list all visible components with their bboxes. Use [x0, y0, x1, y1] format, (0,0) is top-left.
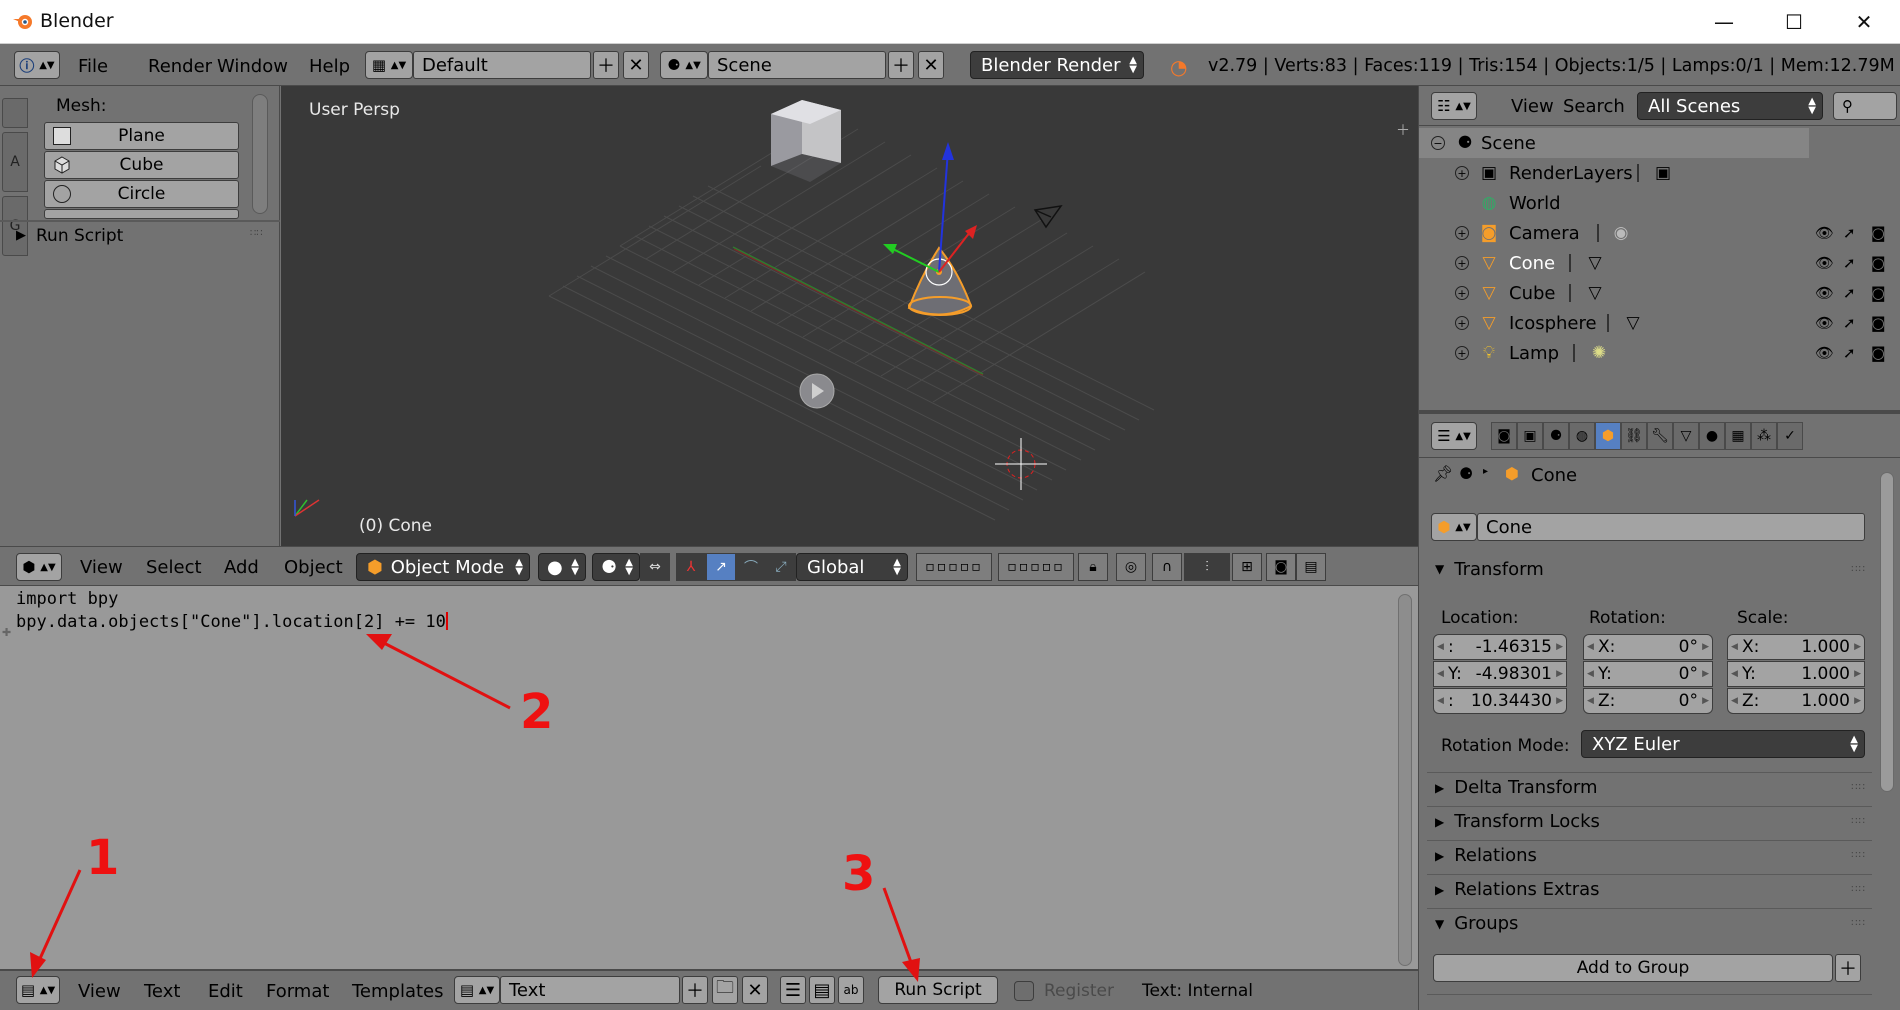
- annotation-number-2: 2: [520, 684, 554, 740]
- annotation-arrow-1: [36, 869, 82, 964]
- annotation-arrowhead-1: [30, 952, 46, 978]
- annotation-arrowhead-3: [902, 958, 920, 982]
- annotation-arrow-3: [882, 887, 914, 966]
- annotation-number-1: 1: [86, 830, 120, 886]
- annotation-arrowhead-2: [366, 634, 392, 650]
- annotation-arrow-2: [381, 640, 511, 710]
- annotation-number-3: 3: [842, 846, 876, 902]
- annotation-overlay: [30, 634, 920, 982]
